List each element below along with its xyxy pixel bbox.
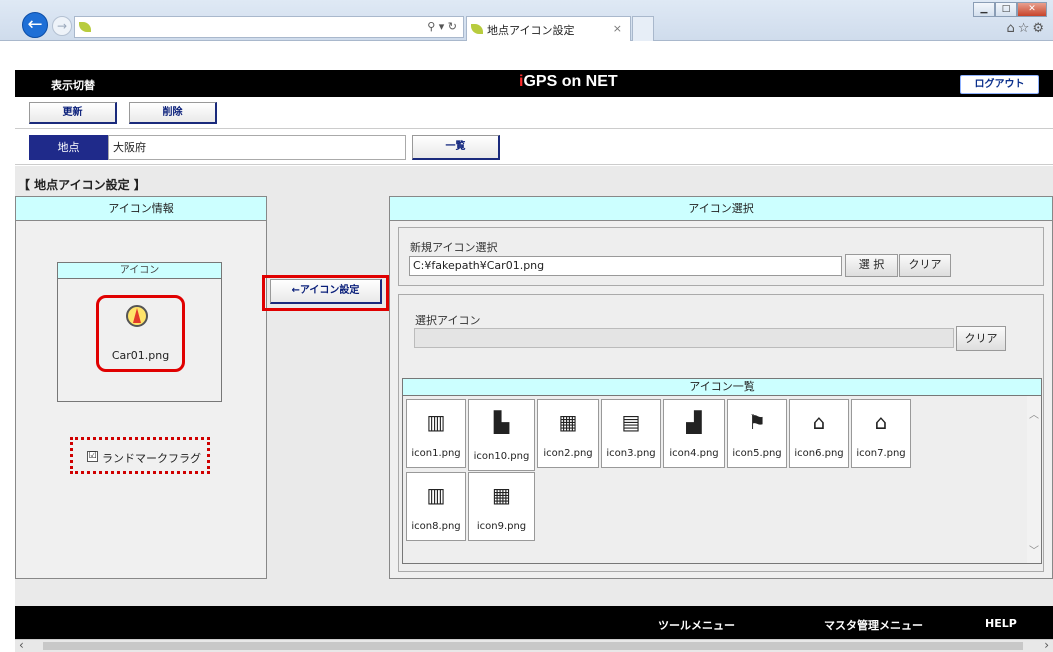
page-title: 【 地点アイコン設定 】 <box>18 178 146 192</box>
icon-list-scrollbar[interactable]: ︿ ﹀ <box>1027 396 1041 563</box>
window-controls: ▁ □ ✕ <box>973 2 1047 17</box>
footer-menu: ツールメニュー マスタ管理メニュー HELP <box>15 606 1053 639</box>
selected-icon-label: 選択アイコン <box>415 314 481 327</box>
app-header: 表示切替 iGPS on NET ログアウト <box>15 70 1053 97</box>
icon-select-header: アイコン選択 <box>390 197 1052 221</box>
hospital-icon: ▙ <box>493 410 510 434</box>
house-icon: ⌂ <box>812 410 826 434</box>
address-bar-icons[interactable]: ⚲ ▾ ↻ <box>427 20 457 33</box>
forward-button[interactable]: → <box>52 16 72 36</box>
icon-list-item[interactable]: ▙ icon10.png <box>468 399 535 471</box>
brand-logo: iGPS on NET <box>519 73 618 90</box>
current-icon-box-header: アイコン <box>58 263 221 279</box>
scroll-left-icon[interactable]: ‹ <box>19 638 24 652</box>
building-grid-icon: ▦ <box>492 483 511 507</box>
icon-list-item[interactable]: ⌂ icon7.png <box>851 399 911 468</box>
office-building-icon: ▥ <box>426 410 446 434</box>
new-tab-button[interactable] <box>632 16 654 41</box>
icon-info-header: アイコン情報 <box>16 197 266 221</box>
browser-tab[interactable]: 地点アイコン設定 × <box>466 16 631 41</box>
icon-list-item-name: icon1.png <box>411 448 461 459</box>
horizontal-scrollbar[interactable]: ‹ › <box>15 638 1053 652</box>
site-leaf-icon <box>79 22 91 32</box>
update-button[interactable]: 更新 <box>29 102 117 124</box>
factory-icon: ▤ <box>621 410 641 434</box>
icon-list-item[interactable]: ⌂ icon6.png <box>789 399 849 468</box>
place-input[interactable]: 大阪府 <box>108 135 406 160</box>
browser-tools-icons[interactable]: ⌂☆⚙ <box>1006 21 1047 36</box>
icon-list-item-name: icon10.png <box>473 451 530 462</box>
display-toggle-link[interactable]: 表示切替 <box>51 77 95 93</box>
icon-list-item-name: icon5.png <box>732 448 782 459</box>
school-icon: ▟ <box>686 410 702 434</box>
tab-title: 地点アイコン設定 <box>487 24 575 37</box>
list-button[interactable]: 一覧 <box>412 135 500 160</box>
icon-list-item-name: icon2.png <box>543 448 593 459</box>
landmark-flag-checkbox[interactable]: ☑ <box>87 451 98 462</box>
icon-list-item[interactable]: ▥ icon1.png <box>406 399 466 468</box>
horizontal-scroll-thumb[interactable] <box>43 642 1023 650</box>
page-top-area <box>15 41 1053 70</box>
maximize-icon[interactable]: □ <box>995 2 1017 17</box>
icon-list-item[interactable]: ▦ icon2.png <box>537 399 599 468</box>
delete-button[interactable]: 削除 <box>129 102 217 124</box>
icon-list-item[interactable]: ▤ icon3.png <box>601 399 661 468</box>
home-building-icon: ⌂ <box>874 410 888 434</box>
apartment-icon: ▥ <box>426 483 446 507</box>
flag-site-icon: ⚑ <box>748 410 766 434</box>
icon-list-item[interactable]: ▟ icon4.png <box>663 399 725 468</box>
set-icon-button[interactable]: ←アイコン設定 <box>270 279 382 304</box>
icon-list-item-name: icon8.png <box>411 521 461 532</box>
icon-list-item[interactable]: ▦ icon9.png <box>468 472 535 541</box>
tab-leaf-icon <box>471 24 483 34</box>
select-file-button[interactable]: 選 択 <box>845 254 898 277</box>
master-menu-link[interactable]: マスタ管理メニュー <box>824 617 923 633</box>
tab-close-icon[interactable]: × <box>613 22 622 35</box>
minimize-icon[interactable]: ▁ <box>973 2 995 17</box>
scroll-down-icon[interactable]: ﹀ <box>1027 542 1041 557</box>
scroll-up-icon[interactable]: ︿ <box>1027 406 1041 421</box>
icon-list-item-name: icon7.png <box>856 448 906 459</box>
selected-icon-field <box>414 328 954 348</box>
tower-building-icon: ▦ <box>558 410 578 434</box>
browser-chrome: ← → ⚲ ▾ ↻ 地点アイコン設定 × ▁ □ ✕ ⌂☆⚙ <box>0 0 1053 41</box>
scroll-right-icon[interactable]: › <box>1044 638 1049 652</box>
address-bar[interactable]: ⚲ ▾ ↻ <box>74 16 464 38</box>
logout-button[interactable]: ログアウト <box>960 75 1039 94</box>
clear-new-icon-button[interactable]: クリア <box>899 254 951 277</box>
place-label: 地点 <box>29 135 108 160</box>
tool-menu-link[interactable]: ツールメニュー <box>658 617 735 633</box>
landmark-flag-label: ランドマークフラグ <box>102 452 201 465</box>
icon-list-item[interactable]: ⚑ icon5.png <box>727 399 787 468</box>
new-icon-file-input[interactable]: C:¥fakepath¥Car01.png <box>409 256 842 276</box>
clear-selected-icon-button[interactable]: クリア <box>956 326 1006 351</box>
current-icon-filename: Car01.png <box>111 349 170 362</box>
icon-list-item-name: icon3.png <box>606 448 656 459</box>
new-icon-label: 新規アイコン選択 <box>410 241 498 254</box>
back-button[interactable]: ← <box>22 12 48 38</box>
icon-list-item[interactable]: ▥ icon8.png <box>406 472 466 541</box>
help-link[interactable]: HELP <box>985 617 1017 630</box>
icon-list-item-name: icon9.png <box>476 521 527 532</box>
close-window-icon[interactable]: ✕ <box>1017 2 1047 17</box>
icon-list-header: アイコン一覧 <box>403 379 1041 396</box>
car-icon <box>126 305 148 327</box>
icon-list-item-name: icon6.png <box>794 448 844 459</box>
icon-list-item-name: icon4.png <box>669 448 719 459</box>
